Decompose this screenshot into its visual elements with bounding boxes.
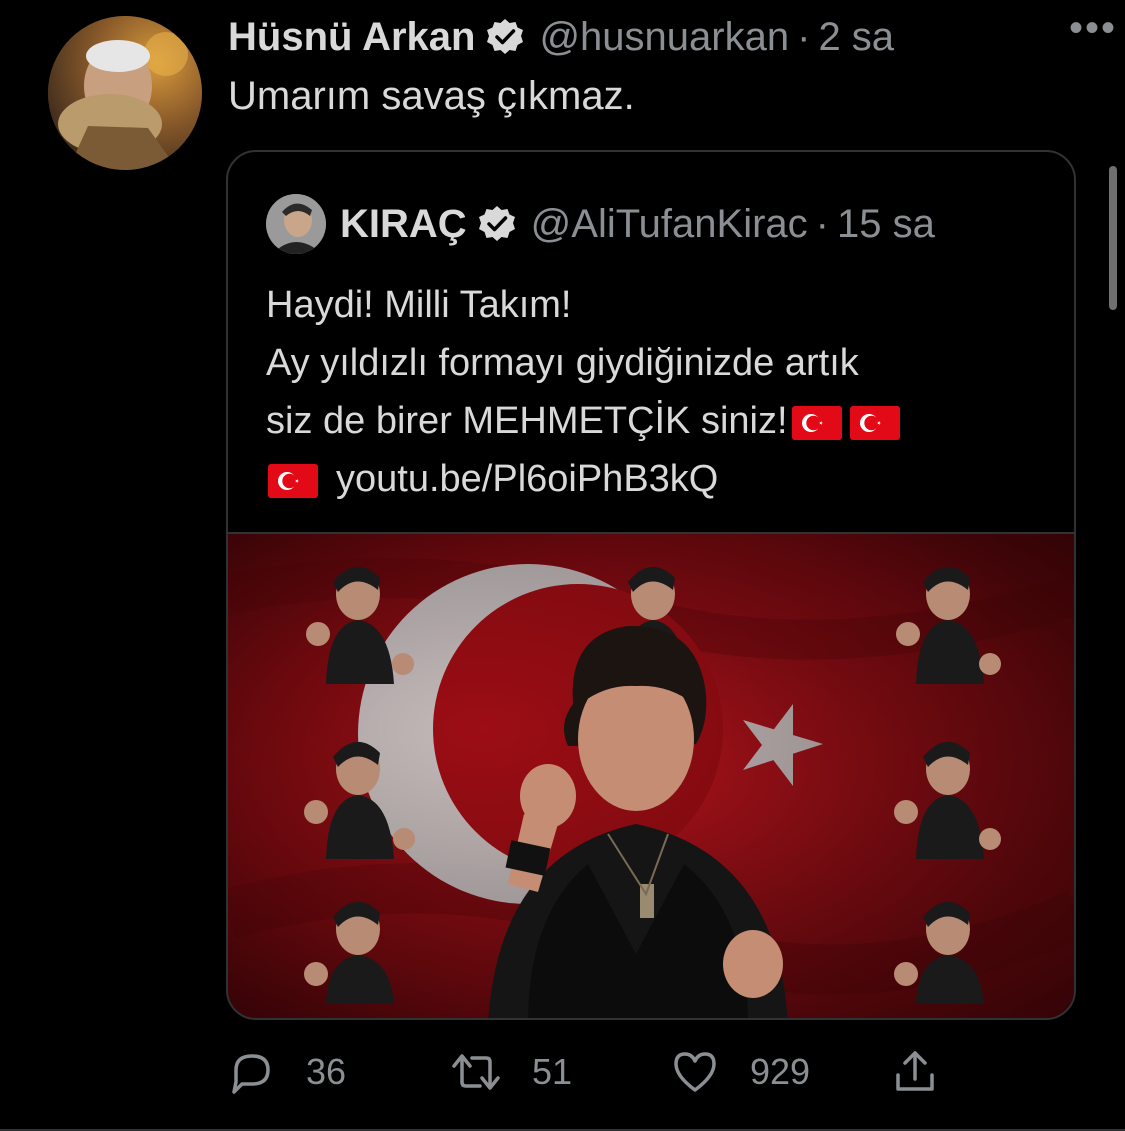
share-button[interactable] — [890, 1042, 940, 1102]
tweet-timestamp[interactable]: 2 sa — [818, 15, 894, 60]
reply-count: 36 — [306, 1051, 347, 1092]
tweet-detail: Hüsnü Arkan @husnuarkan · 2 sa ••• Umarı… — [0, 0, 1125, 1131]
quoted-text-line: Ay yıldızlı formayı giydiğinizde artık — [266, 342, 859, 384]
separator-dot: · — [815, 201, 829, 246]
quoted-author-name[interactable]: KIRAÇ — [340, 202, 467, 247]
retweet-icon — [452, 1054, 500, 1090]
author-handle[interactable]: @husnuarkan — [539, 15, 789, 60]
turkey-flag-emoji-icon — [849, 405, 900, 440]
verified-badge-icon — [487, 19, 524, 54]
quoted-author-avatar — [266, 194, 326, 254]
author-name[interactable]: Hüsnü Arkan — [228, 15, 475, 60]
quoted-text-segment: siz de birer MEHMETÇİK siniz! — [266, 400, 788, 442]
share-icon — [896, 1051, 934, 1091]
quoted-text-line: youtu.be/Pl6oiPhB3kQ — [266, 450, 1046, 508]
like-count: 929 — [750, 1051, 811, 1092]
turkey-flag-emoji-icon — [791, 405, 842, 440]
video-thumbnail[interactable] — [228, 532, 1074, 1018]
heart-icon — [674, 1052, 716, 1092]
quoted-author-handle[interactable]: @AliTufanKirac — [531, 202, 808, 247]
quoted-text-line: siz de birer MEHMETÇİK siniz! — [266, 392, 1046, 450]
youtube-link[interactable]: youtu.be/Pl6oiPhB3kQ — [336, 458, 718, 500]
tweet-text: Umarım savaş çıkmaz. — [228, 74, 635, 118]
like-button[interactable]: 929 — [670, 1042, 810, 1102]
verified-badge-icon — [478, 206, 515, 241]
quoted-tweet[interactable]: KIRAÇ @AliTufanKirac · 15 sa Haydi! Mill… — [226, 150, 1076, 1020]
reply-button[interactable]: 36 — [228, 1042, 346, 1102]
turkey-flag-emoji-icon — [268, 463, 318, 498]
retweet-button[interactable]: 51 — [450, 1042, 572, 1102]
tweet-header: Hüsnü Arkan @husnuarkan · 2 sa — [228, 12, 1085, 62]
tweet-actions: 36 51 929 — [228, 1042, 968, 1102]
quoted-text-line: Haydi! Milli Takım! — [266, 284, 572, 326]
separator-dot: · — [797, 14, 811, 59]
scrollbar[interactable] — [1109, 166, 1117, 310]
reply-icon — [232, 1054, 270, 1094]
more-options-icon[interactable]: ••• — [1069, 6, 1117, 51]
author-avatar[interactable] — [48, 16, 202, 170]
quoted-timestamp[interactable]: 15 sa — [837, 202, 935, 247]
retweet-count: 51 — [532, 1051, 573, 1092]
quoted-tweet-header: KIRAÇ @AliTufanKirac · 15 sa — [266, 194, 935, 254]
quoted-tweet-text: Haydi! Milli Takım! Ay yıldızlı formayı … — [266, 276, 1046, 508]
